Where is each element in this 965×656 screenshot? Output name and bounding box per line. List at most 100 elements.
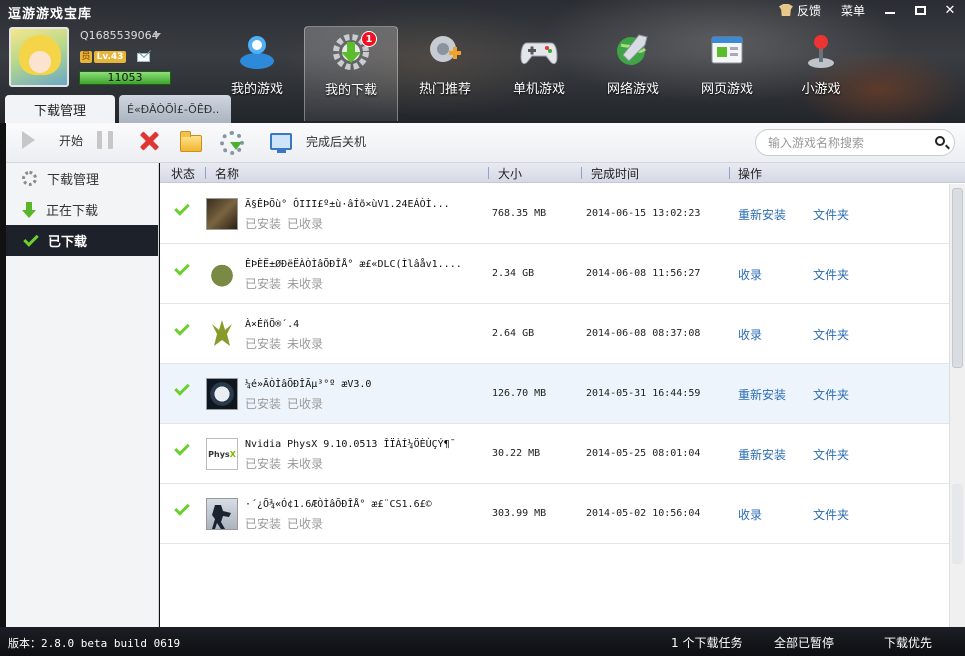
column-divider (581, 167, 582, 179)
redownload-button[interactable] (220, 131, 244, 155)
folder-link[interactable]: 文件夹 (813, 206, 849, 223)
notification-badge: 1 (361, 31, 377, 47)
scrollbar-thumb[interactable] (952, 188, 963, 368)
folder-link[interactable]: 文件夹 (813, 386, 849, 403)
completed-check-icon (174, 500, 190, 516)
game-status: 已安装 未收录 (245, 455, 329, 472)
pause-button[interactable] (97, 131, 113, 149)
feedback-label: 反馈 (796, 3, 821, 18)
game-status: 已安装 未收录 (245, 275, 329, 292)
game-name: ÊÞÈË±ØÐëËÀÒÌâÕÐÎÅ° æ£«DLC(Ìlâåv1.... (245, 259, 462, 270)
main-nav: 我的游戏 1 我的下载 热门推荐 单机游戏 网络游戏 网页游戏 小游戏 (210, 26, 868, 123)
search-icon[interactable] (935, 136, 945, 146)
nav-label: 网络游戏 (606, 82, 659, 97)
column-divider (205, 167, 206, 179)
installed-label: 已安装 (245, 397, 282, 411)
folder-link[interactable]: 文件夹 (813, 326, 849, 343)
complete-time: 2014-06-08 11:56:27 (586, 268, 701, 279)
collected-label: 已收录 (287, 397, 324, 411)
window-controls: 反馈 菜单 ✕ (769, 0, 965, 20)
pause-all-button[interactable]: 全部已暂停 (774, 634, 834, 651)
delete-icon (139, 131, 159, 151)
feedback-link[interactable]: 反馈 (769, 2, 831, 19)
chevron-down-icon[interactable] (153, 33, 161, 38)
search-input[interactable] (768, 130, 928, 155)
table-row[interactable]: ¼é»ÃÒÌâÕÐÎÃµ³°º æV3.0 已安装 已收录 126.70 MB 2… (160, 364, 949, 424)
version-text: 版本：2.8.0 beta build 0619 (8, 637, 181, 650)
sidebar-item-downloading[interactable]: 正在下载 (6, 194, 158, 225)
game-size: 2.64 GB (492, 328, 535, 339)
action-link[interactable]: 重新安装 (738, 386, 786, 403)
tab-download-manager[interactable]: 下载管理 (5, 95, 115, 123)
nav-online-games[interactable]: 网络游戏 (586, 26, 680, 121)
column-size[interactable]: 大小 (498, 165, 522, 182)
column-status[interactable]: 状态 (171, 165, 195, 182)
gear-icon (22, 171, 37, 186)
folder-link[interactable]: 文件夹 (813, 506, 849, 523)
minimize-button[interactable] (875, 0, 905, 20)
nav-mini-games[interactable]: 小游戏 (774, 26, 868, 121)
installed-label: 已安装 (245, 277, 282, 291)
close-icon: ✕ (944, 2, 956, 18)
collected-label: 已收录 (287, 517, 324, 531)
sidebar-item-download-manager[interactable]: 下载管理 (6, 163, 158, 194)
sidebar-item-downloaded[interactable]: 已下载 (6, 225, 158, 256)
start-button[interactable]: 开始 (22, 131, 83, 149)
delete-button[interactable] (139, 131, 159, 151)
nav-single-games[interactable]: 单机游戏 (492, 26, 586, 121)
action-link[interactable]: 收录 (738, 506, 762, 523)
game-thumbnail (206, 318, 238, 350)
nav-label: 热门推荐 (418, 82, 471, 97)
folder-link[interactable]: 文件夹 (813, 446, 849, 463)
level-badge: Lv.43 (94, 51, 126, 63)
maximize-button[interactable] (905, 0, 935, 20)
open-folder-button[interactable] (180, 131, 202, 152)
installed-label: 已安装 (245, 517, 282, 531)
nav-hot-recommend[interactable]: 热门推荐 (398, 26, 492, 121)
table-row[interactable]: ·´¿Õ¾«Ó¢1.6ÆÒÌâÕÐÎÅ° æ£¨CS1.6£© 已安装 已收录 3… (160, 484, 949, 544)
shutdown-label: 完成后关机 (306, 135, 367, 149)
nav-label: 我的下载 (324, 83, 377, 98)
column-time[interactable]: 完成时间 (591, 165, 639, 182)
status-bar: 版本：2.8.0 beta build 0619 1 个下载任务 全部已暂停 下… (0, 627, 965, 656)
nav-web-games[interactable]: 网页游戏 (680, 26, 774, 121)
game-thumbnail (206, 198, 238, 230)
sidebar: 下载管理 正在下载 已下载 (6, 163, 159, 627)
nav-my-downloads[interactable]: 1 我的下载 (304, 26, 398, 121)
mail-icon[interactable] (137, 53, 150, 62)
game-thumbnail: PhysX (206, 438, 238, 470)
tab-second[interactable]: É«ÐÂÒÕÌ£-ÕÊÐ.. (119, 95, 231, 123)
user-id[interactable]: Q1685539064 (80, 29, 159, 42)
menu-link[interactable]: 菜单 (831, 2, 875, 19)
globe-sword-icon (613, 31, 653, 71)
game-thumbnail (206, 378, 238, 410)
column-action[interactable]: 操作 (738, 165, 762, 182)
header-banner: 逗游游戏宝库 反馈 菜单 ✕ Q1685539064 员 Lv.43 11053… (0, 0, 965, 123)
action-link[interactable]: 重新安装 (738, 446, 786, 463)
vertical-scrollbar[interactable] (949, 184, 965, 627)
close-button[interactable]: ✕ (935, 0, 965, 20)
game-status: 已安装 已收录 (245, 515, 329, 532)
column-name[interactable]: 名称 (215, 165, 239, 182)
nav-label: 单机游戏 (512, 82, 565, 97)
start-label: 开始 (59, 133, 84, 148)
download-list: 状态 名称 大小 完成时间 操作 Ä§ÊÞÕù° ÔIII£º±ù·âÍõ×ùV… (160, 163, 965, 627)
action-link[interactable]: 重新安装 (738, 206, 786, 223)
download-priority-button[interactable]: 下载优先 (884, 634, 932, 651)
shutdown-after-complete[interactable]: 完成后关机 (270, 133, 367, 153)
folder-link[interactable]: 文件夹 (813, 266, 849, 283)
table-row[interactable]: À×ÉñÕ®´.4 已安装 未收录 2.64 GB 2014-06-08 08:3… (160, 304, 949, 364)
minimize-icon (885, 12, 895, 14)
toolbar: 开始 完成后关机 (6, 123, 965, 163)
table-row[interactable]: Ä§ÊÞÕù° ÔIII£º±ù·âÍõ×ùV1.24EÁÒÌ... 已安装 已收… (160, 184, 949, 244)
sidebar-item-label: 下载管理 (47, 173, 100, 188)
action-link[interactable]: 收录 (738, 266, 762, 283)
table-row[interactable]: PhysX Nvidia PhysX 9.10.0513 ÎÏÀÍ¼ÖÈÙÇÝ¶… (160, 424, 949, 484)
completed-check-icon (174, 380, 190, 396)
menu-label: 菜单 (840, 3, 865, 18)
gear-download-icon (220, 131, 244, 155)
table-row[interactable]: ÊÞÈË±ØÐëËÀÒÌâÕÐÎÅ° æ£«DLC(Ìlâåv1.... 已安装… (160, 244, 949, 304)
action-link[interactable]: 收录 (738, 326, 762, 343)
avatar[interactable] (9, 27, 69, 87)
sidebar-item-label: 正在下载 (46, 204, 99, 219)
